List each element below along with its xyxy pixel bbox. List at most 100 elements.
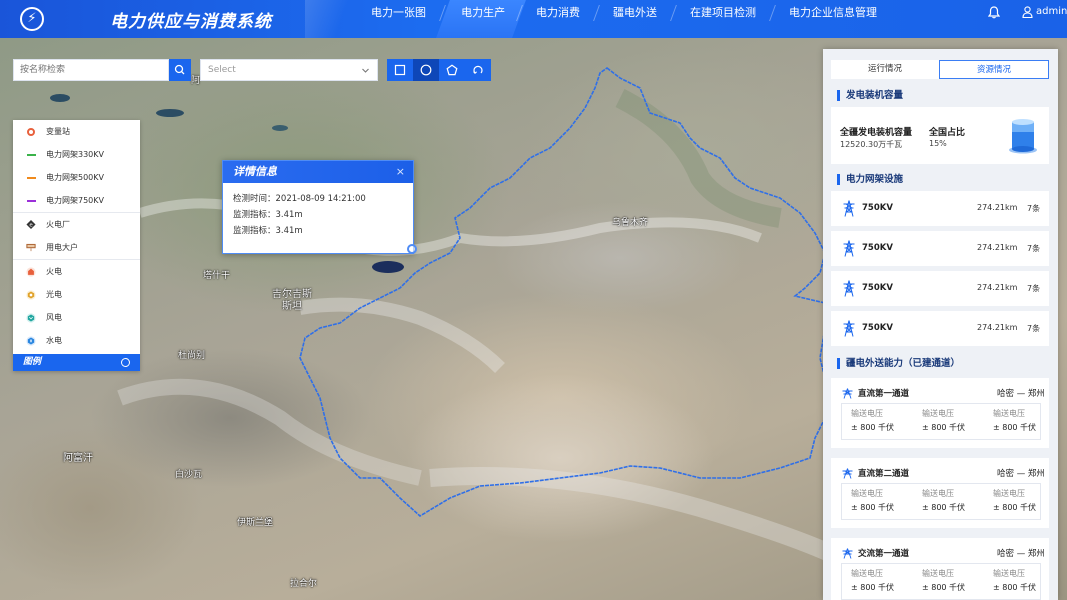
big-consumer-icon [26,243,36,252]
legend-item-line-750kv[interactable]: 电力网架750KV [13,189,140,212]
section-title-transmission: 疆电外送能力（已建通道） [837,358,960,369]
map-label-islamabad: 伊斯兰堡 [237,518,274,528]
polygon-icon [446,64,458,76]
user-icon[interactable] [1022,6,1033,18]
substation-icon [27,127,35,136]
map-label-tashkent: 塔什干 [203,271,231,281]
logo-icon: ⚡ [20,7,44,31]
channel-details: 输送电压 ± 800 千伏 输送电压 ± 800 千伏 输送电压 ± 800 千伏 [841,403,1041,440]
transmission-tower-icon [842,388,853,399]
map-label-afghanistan: 阿富汗 [63,453,93,464]
voltage-label: 输送电压 [922,489,954,498]
close-icon[interactable]: × [396,161,405,183]
legend-item-big-consumer[interactable]: 用电大户 [13,236,140,259]
nav-item-projects[interactable]: 在建项目检测 [674,0,772,38]
legend-item-fire-power[interactable]: 火电 [13,260,140,283]
capacity-card: 全疆发电装机容量 12520.30万千瓦 全国占比 15% [831,107,1049,164]
grid-length: 274.21km [977,323,1018,332]
total-capacity-label: 全疆发电装机容量 [840,128,913,138]
voltage-label: 输送电压 [993,569,1025,578]
national-share-value: 15% [929,139,947,148]
voltage-label: 输送电压 [993,489,1025,498]
draw-polygon-button[interactable] [439,59,465,81]
grid-row[interactable]: 750KV 274.21km 7条 [831,271,1049,306]
total-capacity-value: 12520.30万千瓦 [840,140,903,149]
voltage-label: 输送电压 [851,409,883,418]
user-name[interactable]: admin [1036,6,1067,17]
voltage-value: ± 800 千伏 [993,423,1037,432]
section-title-grid: 电力网架设施 [837,174,903,185]
legend-item-thermal-plant[interactable]: e 火电厂 [13,213,140,236]
draw-toolbar [387,59,491,81]
undo-icon [473,65,483,74]
search-button[interactable] [169,59,191,81]
top-header: ⚡ 电力供应与消费系统 电力一张图 电力生产 电力消费 疆电外送 在建项目检测 … [0,0,1067,38]
legend-item-substation[interactable]: 变量站 [13,120,140,143]
channel-card[interactable]: 直流第二通道 哈密 — 郑州 输送电压 ± 800 千伏 输送电压 ± 800 千伏… [831,458,1049,528]
channel-details: 输送电压 ± 800 千伏 输送电压 ± 800 千伏 输送电压 ± 800 千伏 [841,483,1041,520]
app-title: 电力供应与消费系统 [110,12,272,32]
draw-circle-button[interactable] [413,59,439,81]
power-tower-icon [843,280,855,297]
grid-row[interactable]: 750KV 274.21km 7条 [831,191,1049,226]
popup-title: 详情信息 [233,165,277,178]
popup-row-time: 检测时间：2021-08-09 14:21:00 [233,194,366,204]
channel-name: 交流第一通道 [858,549,910,559]
search-input[interactable] [13,59,169,81]
detail-popup: 详情信息 × 检测时间：2021-08-09 14:21:00 监测指标：3.4… [222,160,414,254]
voltage-value: ± 800 千伏 [922,583,966,592]
line-500kv-icon [26,176,36,179]
nav-item-overview[interactable]: 电力一张图 [355,0,442,38]
bell-icon[interactable] [988,6,1000,19]
hydro-power-icon [26,335,36,346]
channel-card[interactable]: 交流第一通道 哈密 — 郑州 输送电压 ± 800 千伏 输送电压 ± 800 千伏… [831,538,1049,600]
grid-row[interactable]: 750KV 274.21km 7条 [831,231,1049,266]
layer-select[interactable]: Select [200,59,378,81]
power-tower-icon [843,320,855,337]
resource-panel: 运行情况 资源情况 发电装机容量 全疆发电装机容量 12520.30万千瓦 全国… [823,49,1058,600]
grid-length: 274.21km [977,243,1018,252]
collapse-icon[interactable] [121,358,130,367]
storage-cylinder-icon [1009,119,1037,154]
legend-footer[interactable]: 图例 [13,354,140,371]
nav-item-enterprise[interactable]: 电力企业信息管理 [773,0,893,38]
voltage-label: 输送电压 [851,489,883,498]
legend-item-wind-power[interactable]: 风电 [13,306,140,329]
voltage-label: 输送电压 [922,409,954,418]
draw-clear-button[interactable] [465,59,491,81]
voltage-value: ± 800 千伏 [993,503,1037,512]
nav-item-production[interactable]: 电力生产 [436,0,526,38]
grid-kv: 750KV [862,283,893,293]
grid-row[interactable]: 750KV 274.21km 7条 [831,311,1049,346]
tab-operation[interactable]: 运行情况 [831,60,939,79]
main-nav: 电力一张图 电力生产 电力消费 疆电外送 在建项目检测 电力企业信息管理 [355,0,893,38]
popup-header: 详情信息 × [223,161,413,183]
voltage-label: 输送电压 [851,569,883,578]
voltage-label: 输送电压 [993,409,1025,418]
thermal-plant-icon: e [26,219,36,230]
map-label-peshawar: 白沙瓦 [175,470,203,480]
map-label-urumqi: 乌鲁木齐 [612,218,649,228]
legend-item-line-330kv[interactable]: 电力网架330KV [13,143,140,166]
draw-rectangle-button[interactable] [387,59,413,81]
lake [372,261,404,273]
transmission-tower-icon [842,468,853,479]
map-label-fragment: 阿 [191,76,201,86]
map-marker-icon[interactable] [407,244,417,254]
tab-resources[interactable]: 资源情况 [939,60,1049,79]
legend-item-solar-power[interactable]: 光电 [13,283,140,306]
grid-kv: 750KV [862,243,893,253]
channel-name: 直流第一通道 [858,389,910,399]
legend-item-hydro-power[interactable]: 水电 [13,329,140,352]
map-label-lahore: 拉合尔 [290,579,318,589]
nav-item-export[interactable]: 疆电外送 [597,0,673,38]
transmission-tower-icon [842,548,853,559]
line-750kv-icon [26,199,36,202]
channel-card[interactable]: 直流第一通道 哈密 — 郑州 输送电压 ± 800 千伏 输送电压 ± 800 千伏… [831,378,1049,448]
legend-item-line-500kv[interactable]: 电力网架500KV [13,166,140,189]
channel-details: 输送电压 ± 800 千伏 输送电压 ± 800 千伏 输送电压 ± 800 千伏 [841,563,1041,600]
grid-count: 7条 [1027,284,1041,293]
circle-icon [420,64,432,76]
channel-route: 哈密 — 郑州 [997,469,1045,479]
nav-item-consumption[interactable]: 电力消费 [520,0,596,38]
